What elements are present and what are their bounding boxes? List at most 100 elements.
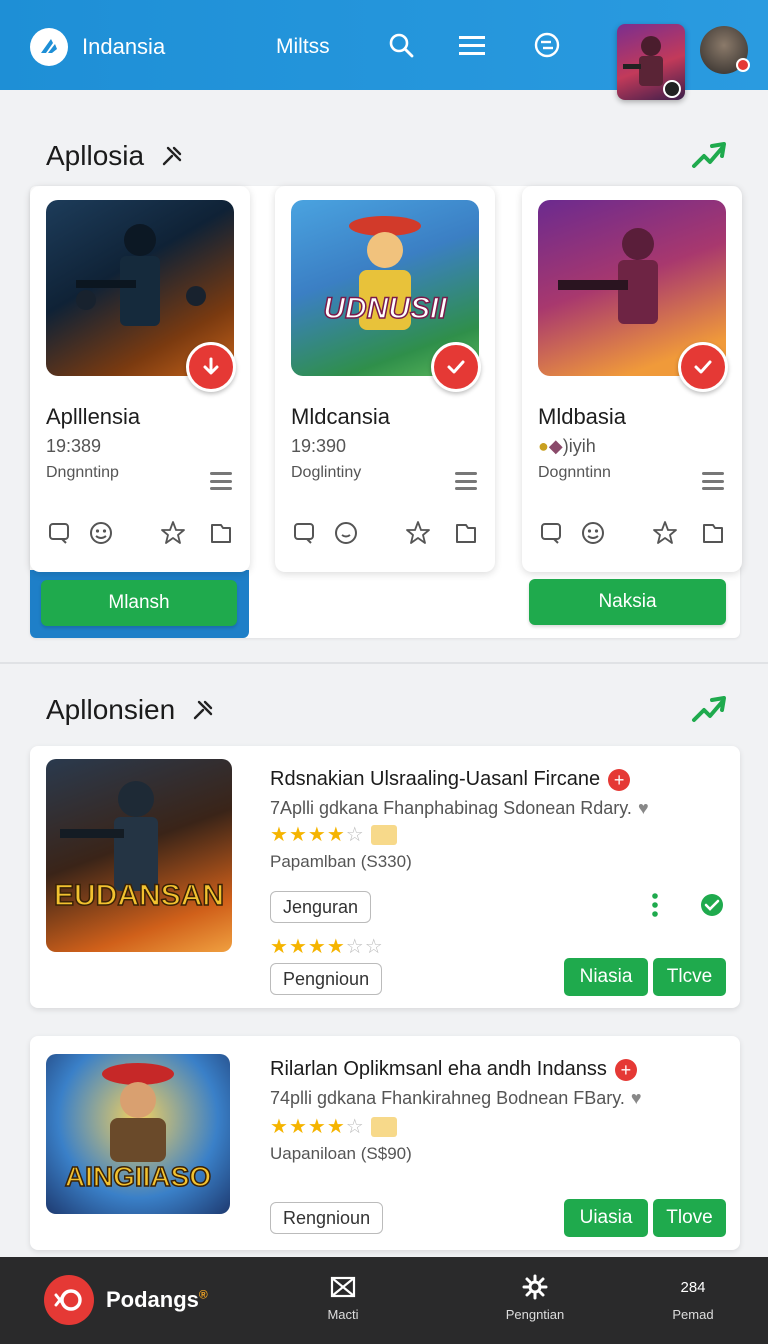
bottom-brand-name: Podangs®	[106, 1287, 208, 1312]
action-button[interactable]: Niasia	[564, 958, 648, 996]
clock-icon[interactable]	[333, 520, 359, 546]
brand-logo-icon	[30, 28, 68, 66]
nav-link[interactable]: Miltss	[276, 35, 330, 59]
heart-icon[interactable]: ♥	[631, 1088, 642, 1109]
card-menu-icon[interactable]	[702, 472, 724, 490]
list-item-image: EUDANSAN	[46, 759, 232, 952]
list-item-desc: 7Aplli gdkana Fhanphabinag Sdonean Rdary…	[270, 798, 649, 819]
download-icon[interactable]	[186, 342, 236, 392]
face-icon[interactable]	[88, 520, 114, 546]
star-filled-icon: ★	[270, 1116, 288, 1138]
app-card[interactable]: Mldbasia ●◆)iyih Dognntinn	[522, 186, 742, 572]
action-button[interactable]: Tlcve	[653, 958, 726, 996]
star-empty-icon: ☆	[345, 824, 364, 846]
pin-icon	[194, 700, 213, 720]
trend-arrow-icon[interactable]	[690, 690, 728, 728]
bookmark-icon[interactable]	[700, 520, 726, 546]
nav-item[interactable]: Macti	[298, 1273, 388, 1322]
app-card-meta: Doglintiny	[291, 464, 362, 481]
star-filled-icon: ★	[307, 824, 326, 846]
star-filled-icon: ★	[270, 824, 288, 846]
list-item-title: Rdsnakian Ulsraaling-Uasanl Fircane +	[270, 768, 631, 791]
game-avatar[interactable]	[617, 24, 685, 100]
card-actions	[291, 520, 481, 546]
list-item[interactable]: AINGIIASO Rilarlan Oplikmsanl eha andh I…	[30, 1036, 740, 1250]
star-filled-icon: ★	[326, 936, 345, 958]
heart-icon[interactable]: ♥	[638, 798, 649, 819]
section-title-2: Apllonsien	[46, 694, 215, 726]
install-button-left[interactable]: Mlansh	[41, 580, 237, 626]
rating-stars: ★ ★ ★ ★ ☆	[270, 1114, 397, 1139]
star-filled-icon: ★	[288, 1116, 307, 1138]
app-card-title: Mldbasia	[538, 404, 627, 429]
add-icon[interactable]: +	[608, 768, 631, 791]
card-art-text: UDNUSII	[323, 292, 447, 325]
card-menu-icon[interactable]	[210, 472, 232, 490]
trend-arrow-icon[interactable]	[690, 136, 728, 174]
bottom-brand-logo-icon	[44, 1275, 94, 1325]
app-card-subtitle: ●◆)iyih	[538, 436, 596, 456]
star-filled-icon: ★	[307, 1116, 326, 1138]
list-item-art-text: EUDANSAN	[54, 879, 224, 912]
brand-name: Indansia	[82, 34, 166, 59]
chat-icon[interactable]	[538, 520, 564, 546]
search-icon[interactable]	[386, 30, 416, 60]
list-item-art-text: AINGIIASO	[65, 1161, 211, 1192]
chat-icon[interactable]	[46, 520, 72, 546]
section-title-1: Apllosia	[46, 140, 184, 172]
nav-item[interactable]: 284 Pemad	[648, 1273, 738, 1323]
chat-icon[interactable]	[291, 520, 317, 546]
verified-check-icon	[700, 893, 724, 917]
bookmark-icon[interactable]	[453, 520, 479, 546]
app-card[interactable]: UDNUSII Mldcansia 19:390 Doglintiny	[275, 186, 495, 572]
star-filled-icon: ★	[288, 824, 307, 846]
star-filled-icon: ★	[326, 1116, 345, 1138]
list-item-title: Rilarlan Oplikmsanl eha andh Indanss +	[270, 1058, 637, 1081]
star-empty-icon: ☆	[345, 1116, 364, 1138]
app-card-meta: Dognntinn	[538, 464, 611, 481]
bookmark-icon[interactable]	[208, 520, 234, 546]
filter-icon[interactable]	[532, 30, 562, 60]
list-item-desc: 74plli gdkana Fhankirahneg Bodnean FBary…	[270, 1088, 642, 1109]
check-icon[interactable]	[678, 342, 728, 392]
app-card-subtitle: 19:390	[291, 436, 347, 456]
face-icon[interactable]	[580, 520, 606, 546]
tag-button[interactable]: Rengnioun	[270, 1202, 384, 1234]
user-avatar[interactable]	[700, 26, 750, 74]
nav-item-count: 284	[680, 1278, 706, 1296]
star-icon[interactable]	[160, 520, 186, 546]
list-item[interactable]: EUDANSAN Rdsnakian Ulsraaling-Uasanl Fir…	[30, 746, 740, 1008]
list-item-price: Papamlban (S330)	[270, 852, 412, 871]
nav-item[interactable]: Pengntian	[490, 1273, 580, 1322]
add-icon[interactable]: +	[614, 1058, 637, 1081]
bottom-brand[interactable]: Podangs®	[44, 1275, 208, 1325]
star-empty-icon: ☆	[345, 936, 364, 958]
star-filled-icon: ★	[288, 936, 307, 958]
app-card-subtitle: 19:389	[46, 436, 102, 456]
star-empty-icon: ☆	[364, 936, 383, 958]
tag-button[interactable]: Jenguran	[270, 891, 372, 923]
pin-icon	[162, 146, 182, 166]
emoji-icon: ●	[538, 436, 549, 456]
tag-button[interactable]: Pengnioun	[270, 963, 383, 995]
star-filled-icon: ★	[307, 936, 326, 958]
more-vert-icon[interactable]	[650, 892, 660, 918]
app-card-title: Aplllensia	[46, 404, 141, 429]
action-button[interactable]: Uiasia	[564, 1199, 648, 1237]
badge-icon	[370, 1116, 397, 1137]
top-header: Indansia Miltss	[0, 0, 768, 100]
star-filled-icon: ★	[326, 824, 345, 846]
star-icon[interactable]	[405, 520, 431, 546]
install-button-right[interactable]: Naksia	[529, 579, 726, 625]
notification-dot-icon	[736, 58, 750, 72]
menu-icon[interactable]	[457, 30, 487, 60]
star-icon[interactable]	[652, 520, 678, 546]
app-card[interactable]: Aplllensia 19:389 Dngnntinp	[30, 186, 250, 572]
rating-stars: ★ ★ ★ ★ ☆	[270, 822, 397, 847]
action-button[interactable]: Tlove	[653, 1199, 726, 1237]
card-menu-icon[interactable]	[455, 472, 477, 490]
brand[interactable]: Indansia	[30, 28, 165, 66]
envelope-x-icon	[298, 1273, 388, 1301]
app-card-title: Mldcansia	[291, 404, 391, 429]
check-icon[interactable]	[431, 342, 481, 392]
